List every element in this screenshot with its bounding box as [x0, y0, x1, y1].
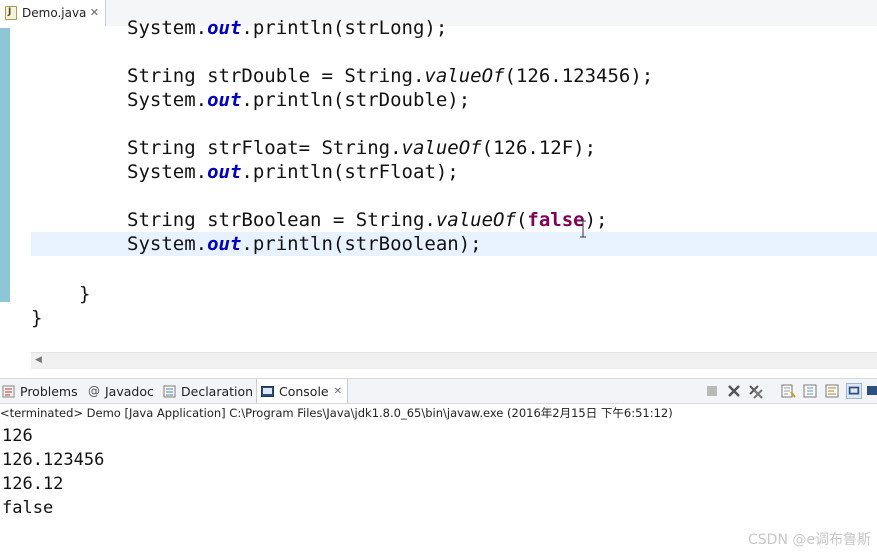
close-icon[interactable]: ✕ — [90, 6, 99, 19]
text-cursor-icon — [580, 220, 586, 238]
remove-all-terminated-icon[interactable] — [748, 383, 764, 399]
code-line: System.out.println(strBoolean); — [127, 233, 482, 255]
close-icon[interactable]: ✕ — [334, 386, 342, 397]
console-line: 126.123456 — [2, 450, 105, 470]
console-process-label: <terminated> Demo [Java Application] C:\… — [0, 406, 673, 420]
tab-declaration[interactable]: Declaration — [163, 379, 253, 403]
tab-console[interactable]: Console ✕ — [256, 379, 348, 403]
console-output-area[interactable] — [0, 422, 877, 555]
console-line: 126.12 — [2, 474, 64, 494]
clear-console-icon[interactable] — [780, 383, 796, 399]
declaration-icon — [163, 385, 176, 398]
display-console-icon[interactable] — [866, 383, 877, 399]
remove-launch-icon[interactable] — [726, 383, 742, 399]
console-icon — [261, 385, 274, 398]
scroll-lock-icon[interactable] — [802, 383, 818, 399]
console-line: false — [2, 498, 54, 518]
code-line: String strBoolean = String.valueOf(false… — [127, 209, 608, 231]
code-line: System.out.println(strDouble); — [127, 89, 471, 111]
at-sign-icon: @ — [88, 384, 100, 398]
change-indicator-bar — [0, 28, 10, 302]
problems-icon — [2, 385, 15, 398]
code-line: System.out.println(strFloat); — [127, 161, 459, 183]
code-line: String strDouble = String.valueOf(126.12… — [127, 65, 654, 87]
code-line: } — [79, 283, 91, 305]
scroll-left-icon[interactable]: ◀ — [35, 355, 42, 365]
horizontal-scrollbar[interactable]: ◀ — [31, 352, 877, 369]
code-line: } — [31, 307, 43, 329]
watermark: CSDN @e调布鲁斯 — [748, 532, 871, 548]
panel-tab-bar: Problems @ Javadoc Declaration Console ✕ — [0, 378, 877, 404]
code-line: String strFloat= String.valueOf(126.12F)… — [127, 137, 597, 159]
tab-label: Demo.java — [22, 6, 87, 20]
code-line: System.out.println(strLong); — [127, 17, 448, 39]
tab-problems[interactable]: Problems — [2, 379, 78, 403]
terminate-icon[interactable] — [704, 383, 720, 399]
pin-console-icon[interactable] — [846, 383, 862, 399]
tab-demo-java[interactable]: Demo.java ✕ — [0, 0, 106, 26]
java-file-icon — [5, 6, 17, 20]
console-line: 126 — [2, 426, 33, 446]
word-wrap-icon[interactable] — [824, 383, 840, 399]
tab-javadoc[interactable]: @ Javadoc — [88, 379, 154, 403]
